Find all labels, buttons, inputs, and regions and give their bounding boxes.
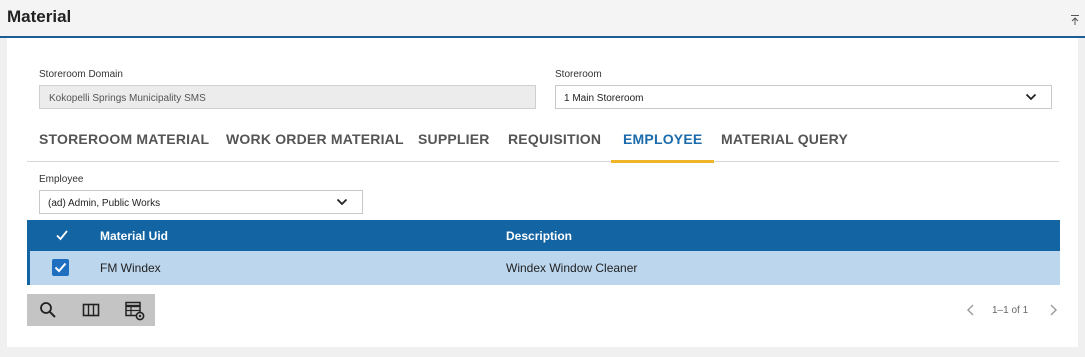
material-panel: Storeroom Domain Kokopelli Springs Munic… [7, 38, 1078, 347]
grid-settings-icon [125, 301, 145, 321]
row-checkbox[interactable] [52, 259, 69, 276]
column-header-description[interactable]: Description [506, 229, 572, 243]
employee-label: Employee [39, 174, 84, 185]
tab-employee[interactable]: EMPLOYEE [610, 122, 715, 163]
pager: 1–1 of 1 [966, 303, 1058, 319]
tab-work-order-material[interactable]: WORK ORDER MATERIAL [226, 122, 404, 162]
chevron-left-icon[interactable] [966, 303, 976, 317]
column-header-material-uid[interactable]: Material Uid [100, 229, 168, 243]
grid-settings-button[interactable] [113, 294, 155, 326]
employee-select[interactable]: (ad) Admin, Public Works [39, 190, 363, 214]
storeroom-label: Storeroom [555, 69, 602, 80]
pager-range: 1–1 of 1 [992, 305, 1029, 316]
page-title: Material [7, 7, 72, 26]
tab-requisition[interactable]: REQUISITION [508, 122, 601, 162]
material-tabs: STOREROOM MATERIAL WORK ORDER MATERIAL S… [27, 122, 1059, 163]
grid-header: Material Uid Description [27, 220, 1060, 251]
chevron-down-icon [336, 198, 348, 206]
page-header: Material [0, 0, 1085, 38]
chevron-right-icon[interactable] [1048, 303, 1058, 317]
tab-supplier[interactable]: SUPPLIER [418, 122, 490, 162]
search-button[interactable] [27, 294, 69, 326]
storeroom-domain-label: Storeroom Domain [39, 69, 123, 80]
cell-material-uid: FM Windex [100, 261, 161, 275]
storeroom-select[interactable]: 1 Main Storeroom [555, 85, 1052, 109]
columns-button[interactable] [70, 294, 112, 326]
grid-toolbar [27, 294, 155, 326]
tab-material-query[interactable]: MATERIAL QUERY [721, 122, 848, 162]
cell-description: Windex Window Cleaner [506, 261, 638, 275]
tab-storeroom-material[interactable]: STOREROOM MATERIAL [39, 122, 209, 162]
chevron-down-icon [1025, 93, 1037, 101]
table-row[interactable]: FM Windex Windex Window Cleaner [27, 251, 1060, 285]
search-icon [40, 302, 56, 318]
storeroom-value: 1 Main Storeroom [564, 93, 644, 104]
select-all-checkmark-icon[interactable] [55, 228, 69, 242]
collapse-up-icon[interactable] [1069, 14, 1081, 26]
checkmark-icon [54, 262, 67, 273]
columns-icon [82, 303, 100, 317]
storeroom-domain-field: Kokopelli Springs Municipality SMS [39, 85, 536, 109]
employee-value: (ad) Admin, Public Works [48, 198, 161, 209]
